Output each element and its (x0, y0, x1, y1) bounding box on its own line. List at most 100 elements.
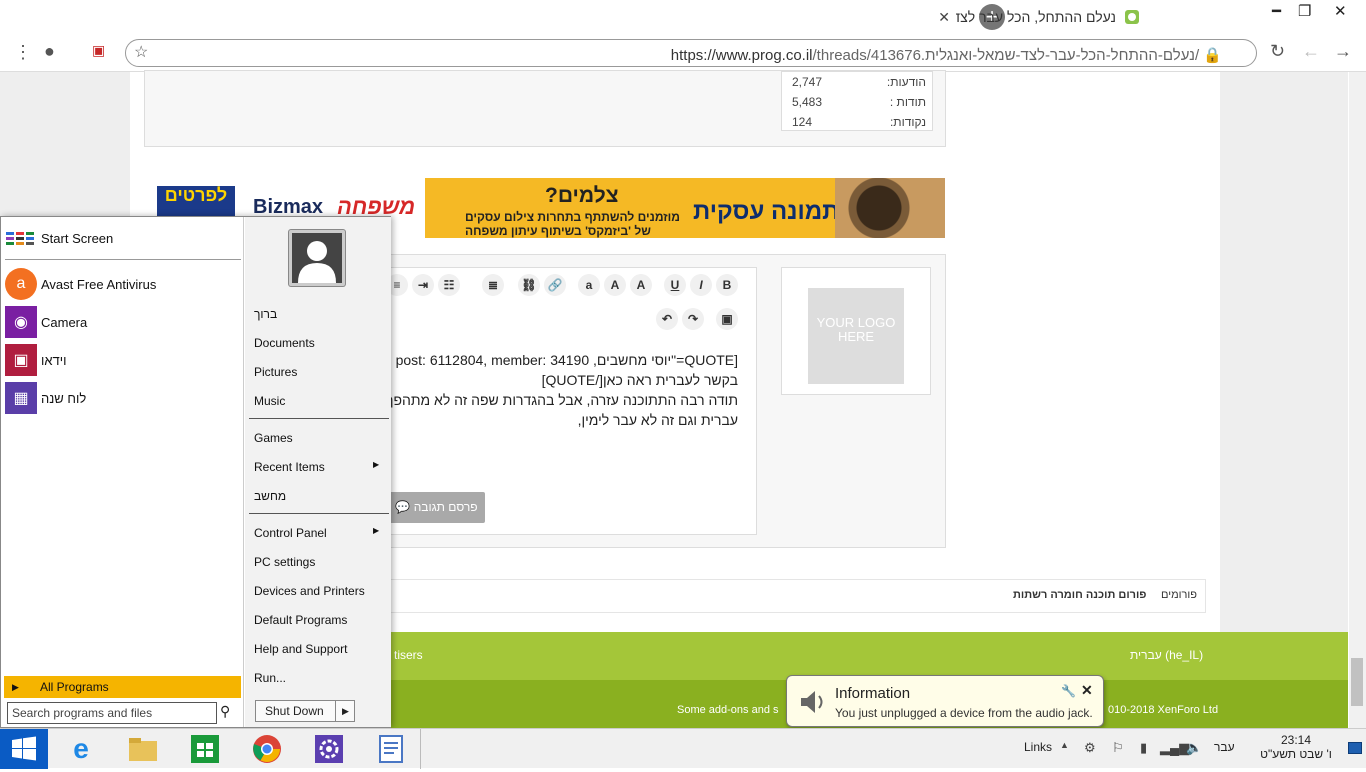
extension-icon[interactable]: ▣ (92, 42, 105, 59)
taskbar: e Links ▲ ⚙ ⚐ ▮ ▂▄▆ 🔈 עבר 23:14 ו' שבט ת… (0, 728, 1366, 769)
text-color-icon[interactable]: A (630, 274, 652, 296)
links-toolbar[interactable]: Links (1024, 740, 1052, 754)
start-search-input[interactable]: Search programs and files (7, 702, 217, 724)
internet-explorer-icon: e (73, 733, 89, 764)
link-icon[interactable]: 🔗 (544, 274, 566, 296)
link-run[interactable]: Run... (254, 671, 286, 685)
link-pictures[interactable]: Pictures (254, 365, 297, 379)
tab-title: נעלם ההתחל, הכל עבר לצד שמאל (956, 9, 1116, 25)
breadcrumb-item[interactable]: פורומים (1161, 589, 1197, 601)
minimize-icon[interactable]: ━ (1272, 2, 1281, 20)
stats-panel: הודעות: 2,747 תודות :5,483 נקודות: 124 (781, 71, 933, 131)
taskbar-settings[interactable] (300, 731, 358, 767)
avatar-panel: YOUR LOGO HERE (781, 267, 931, 395)
forward-icon[interactable]: ← (1302, 41, 1320, 62)
redo-icon[interactable]: ↷ (682, 308, 704, 330)
advertisers-link[interactable]: tisers (394, 648, 423, 662)
link-control-panel[interactable]: Control Panel (254, 526, 327, 540)
stat-row: הודעות: 2,747 (792, 75, 926, 89)
user-info-box: הודעות: 2,747 תודות :5,483 נקודות: 124 (144, 70, 946, 147)
editor-content[interactable]: [QUOTE="יוסי מחשבים, post: 6112804, memb… (378, 350, 738, 430)
taskbar-chrome[interactable] (238, 731, 296, 767)
breadcrumb-item[interactable]: פורום תוכנה חומרה רשתות (1013, 589, 1146, 601)
save-draft-icon[interactable]: ▣ (716, 308, 738, 330)
avatar[interactable]: YOUR LOGO HERE (808, 288, 904, 384)
editor-toolbar: ≡ ⇥ ☷ ≣ ⛓ 🔗 a A A U I B ↶ ↷ ▣ (386, 274, 746, 334)
back-icon[interactable]: → (1334, 41, 1352, 62)
link-music[interactable]: Music (254, 394, 285, 408)
restore-icon[interactable]: ❐ (1298, 2, 1311, 20)
breadcrumb: פורומים פורום תוכנה חומרה רשתות (390, 579, 1206, 613)
program-calendar[interactable]: ▦ לוח שנה (5, 381, 241, 415)
footer-bar: tisers עברית (he_IL) (390, 632, 1348, 680)
camera-icon: ◉ (5, 306, 37, 338)
program-video[interactable]: ▣ וידאו (5, 343, 241, 377)
indent-icon[interactable]: ⇥ (412, 274, 434, 296)
notification-title: Information (835, 685, 911, 702)
underline-icon[interactable]: U (664, 274, 686, 296)
user-avatar[interactable] (289, 230, 345, 286)
bold-icon[interactable]: B (716, 274, 738, 296)
link-games[interactable]: Games (254, 431, 293, 445)
page-scrollbar[interactable] (1349, 72, 1366, 728)
unlink-icon[interactable]: ⛓ (518, 274, 540, 296)
tab-close-icon[interactable]: ✕ (938, 9, 950, 26)
copyright-text: 010-2018 XenForo Ltd (1108, 704, 1219, 716)
user-icon (298, 241, 336, 283)
link-help-support[interactable]: Help and Support (254, 642, 347, 656)
network-icon[interactable]: ▂▄▆ (1160, 740, 1189, 756)
taskbar-store[interactable] (176, 731, 234, 767)
taskbar-notepad[interactable] (362, 731, 420, 767)
taskbar-file-explorer[interactable] (114, 731, 172, 767)
ad-banner[interactable]: צלמים? מוזמנים להשתתף בתחרות צילום עסקים… (425, 178, 945, 238)
post-reply-button[interactable]: 💬 פרסם תגובה (388, 492, 485, 523)
browser-title-bar: + נעלם ההתחל, הכל עבר לצד שמאל ✕ ━ ❐ ✕ (0, 0, 1366, 34)
program-start-screen[interactable]: Start Screen (5, 221, 241, 255)
action-center-flag-icon[interactable]: ⚐ (1112, 740, 1124, 756)
reload-icon[interactable]: ↻ (1270, 41, 1285, 62)
program-avast[interactable]: a Avast Free Antivirus (5, 267, 241, 301)
notification-balloon[interactable]: Information You just unplugged a device … (786, 675, 1104, 727)
link-default-programs[interactable]: Default Programs (254, 613, 347, 627)
program-camera[interactable]: ◉ Camera (5, 305, 241, 339)
audio-device-icon[interactable]: ⚙ (1084, 740, 1096, 756)
scroll-thumb[interactable] (1351, 658, 1363, 706)
close-icon[interactable]: ✕ (1081, 682, 1093, 699)
show-hidden-icons[interactable]: ▲ (1060, 740, 1069, 750)
menu-icon[interactable]: ⋮ (14, 42, 32, 63)
submenu-arrow-icon: ▶ (373, 460, 380, 469)
volume-icon[interactable]: 🔈 (1186, 740, 1202, 756)
clock[interactable]: 23:14 ו' שבט תשע"ט (1256, 733, 1336, 761)
shutdown-options-icon[interactable]: ▶ (335, 700, 355, 722)
all-programs-button[interactable]: ▶ All Programs (4, 676, 241, 698)
profile-icon[interactable]: ● (44, 41, 55, 62)
video-icon: ▣ (5, 344, 37, 376)
address-bar[interactable]: ☆ https://www.prog.co.il/threads/413676.… (125, 39, 1257, 67)
show-desktop-icon[interactable] (1348, 742, 1362, 754)
start-button[interactable] (0, 729, 48, 769)
language-selector[interactable]: עברית (he_IL) (1130, 648, 1203, 662)
link-recent-items[interactable]: Recent Items (254, 460, 325, 474)
link-documents[interactable]: Documents (254, 336, 315, 350)
undo-icon[interactable]: ↶ (656, 308, 678, 330)
link-computer[interactable]: מחשב (254, 489, 286, 503)
settings-wrench-icon[interactable]: 🔧 (1061, 684, 1076, 698)
list-icon[interactable]: ☷ (438, 274, 460, 296)
link-devices-printers[interactable]: Devices and Printers (254, 584, 365, 598)
link-pc-settings[interactable]: PC settings (254, 555, 315, 569)
browser-tab[interactable]: נעלם ההתחל, הכל עבר לצד שמאל ✕ (938, 0, 1246, 34)
bookmark-star-icon[interactable]: ☆ (134, 42, 148, 62)
input-language[interactable]: עבר (1214, 740, 1235, 754)
font-size-icon[interactable]: a (578, 274, 600, 296)
clock-date: ו' שבט תשע"ט (1260, 747, 1332, 761)
align-left-icon[interactable]: ≣ (482, 274, 504, 296)
font-icon[interactable]: A (604, 274, 626, 296)
battery-icon[interactable]: ▮ (1140, 740, 1147, 756)
taskbar-internet-explorer[interactable]: e (52, 731, 110, 767)
close-window-icon[interactable]: ✕ (1334, 2, 1347, 20)
italic-icon[interactable]: I (690, 274, 712, 296)
triangle-right-icon: ▶ (12, 682, 19, 692)
divider (249, 418, 389, 419)
link-user[interactable]: ברוך (254, 307, 277, 321)
search-icon[interactable]: ⚲ (220, 703, 230, 720)
